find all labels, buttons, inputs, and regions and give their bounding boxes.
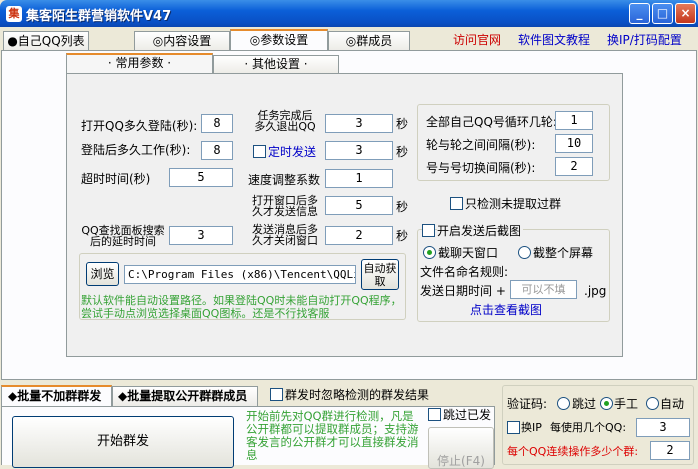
subtab-common-params[interactable]: · 常用参数 ·: [66, 53, 213, 74]
chat-window-radio[interactable]: [423, 246, 436, 259]
only-unextracted-checkbox[interactable]: [450, 197, 463, 210]
tab-group-members[interactable]: ◎群成员: [328, 31, 410, 51]
speed-factor-label: 速度调整系数: [248, 173, 321, 187]
official-site-link[interactable]: 访问官网: [453, 31, 501, 48]
tab-content-settings[interactable]: ◎内容设置: [134, 31, 230, 51]
timed-send-checkbox[interactable]: [253, 145, 266, 158]
close-button[interactable]: ×: [675, 3, 696, 24]
work-after-login-input[interactable]: 8: [201, 141, 233, 160]
tab-batch-extract[interactable]: ◆批量提取公开群群成员: [112, 386, 258, 407]
send-date-label: 发送日期时间 +: [420, 284, 506, 298]
every-qq-label: 每使用几个QQ:: [550, 421, 627, 434]
captcha-manual-label[interactable]: 手工: [614, 397, 638, 411]
tutorial-link[interactable]: 软件图文教程: [518, 31, 590, 48]
qq-path-input[interactable]: C:\Program Files (x86)\Tencent\QQLite\Bi…: [124, 265, 356, 284]
chat-window-label[interactable]: 截聊天窗口: [438, 246, 498, 260]
groups-per-qq-label: 每个QQ连续操作多少个群:: [507, 445, 639, 458]
sec-unit-4: 秒: [396, 229, 409, 243]
panel-search-delay-input[interactable]: 3: [169, 226, 233, 245]
send-after-open-label: 打开窗口后多久才发送信息: [252, 194, 318, 218]
view-screenshot-link[interactable]: 点击查看截图: [470, 303, 542, 317]
filename-rule-label: 文件名命名规则:: [420, 265, 509, 279]
skip-sent-label[interactable]: 跳过已发: [443, 408, 491, 422]
browse-button[interactable]: 浏览: [86, 262, 119, 286]
sec-unit-3: 秒: [396, 200, 409, 214]
timed-send-label[interactable]: 定时发送: [268, 145, 316, 159]
change-ip-label[interactable]: 换IP: [521, 421, 542, 435]
minimize-button[interactable]: _: [629, 3, 650, 24]
close-after-send-input[interactable]: 2: [325, 226, 393, 245]
account-switch-label: 号与号切换间隔(秒):: [426, 161, 536, 175]
captcha-skip-label[interactable]: 跳过: [572, 397, 596, 411]
enable-screenshot-label[interactable]: 开启发送后截图: [437, 224, 524, 238]
quit-after-task-input[interactable]: 3: [325, 114, 393, 133]
timed-send-input[interactable]: 3: [325, 141, 393, 160]
captcha-manual-radio[interactable]: [600, 397, 613, 410]
extra-name-input[interactable]: 可以不填: [510, 280, 577, 299]
groups-per-qq-input[interactable]: 2: [650, 441, 690, 460]
tab-param-settings[interactable]: ◎参数设置: [230, 29, 328, 51]
qq-path-hint: 默认软件能自动设置路径。如果登陆QQ时未能自动打开QQ程序，尝试手动点浏览选择桌…: [81, 294, 402, 320]
auto-get-button[interactable]: 自动获取: [361, 259, 399, 290]
round-interval-input[interactable]: 10: [555, 134, 593, 153]
captcha-label: 验证码:: [507, 397, 548, 411]
send-after-open-input[interactable]: 5: [325, 196, 393, 215]
enable-screenshot-checkbox[interactable]: [422, 224, 435, 237]
maximize-button[interactable]: □: [652, 3, 673, 24]
stop-button[interactable]: 停止(F4): [428, 427, 494, 469]
app-icon: 集: [6, 6, 22, 22]
login-interval-input[interactable]: 8: [201, 114, 233, 133]
tab-own-qq-list[interactable]: ●自己QQ列表: [3, 31, 89, 51]
subtab-other-settings[interactable]: · 其他设置 ·: [213, 55, 339, 74]
close-after-send-label: 发送消息后多久才关闭窗口: [252, 223, 318, 247]
round-interval-label: 轮与轮之间间隔(秒):: [426, 138, 536, 152]
all-qq-loop-label: 全部自己QQ号循环几轮:: [426, 115, 557, 129]
full-screen-label[interactable]: 截整个屏幕: [533, 246, 593, 260]
every-qq-input[interactable]: 3: [636, 418, 690, 437]
sec-unit-1: 秒: [396, 117, 409, 131]
all-qq-loop-input[interactable]: 1: [555, 111, 593, 130]
ignore-detect-checkbox[interactable]: [270, 388, 283, 401]
window-title: 集客陌生群营销软件V47: [26, 9, 172, 24]
sec-unit-2: 秒: [396, 145, 409, 159]
change-ip-checkbox[interactable]: [507, 421, 520, 434]
timeout-label: 超时时间(秒): [81, 172, 151, 186]
login-interval-label: 打开QQ多久登陆(秒):: [81, 119, 198, 133]
timeout-input[interactable]: 5: [169, 168, 233, 187]
quit-after-task-label: 任务完成后多久退出QQ: [254, 109, 316, 133]
panel-search-delay-label: QQ查找面板搜索后的延时时间: [81, 224, 165, 248]
captcha-auto-label[interactable]: 自动: [660, 397, 684, 411]
tab-batch-no-add[interactable]: ◆批量不加群群发: [1, 385, 112, 407]
skip-sent-checkbox[interactable]: [428, 408, 441, 421]
work-after-login-label: 登陆后多久工作(秒):: [81, 143, 191, 157]
account-switch-input[interactable]: 2: [555, 157, 593, 176]
speed-factor-input[interactable]: 1: [325, 169, 393, 188]
captcha-skip-radio[interactable]: [557, 397, 570, 410]
only-unextracted-label[interactable]: 只检测未提取过群: [465, 197, 561, 211]
change-ip-link[interactable]: 换IP/打码配置: [607, 31, 682, 48]
file-ext-label: .jpg: [584, 284, 607, 298]
captcha-auto-radio[interactable]: [646, 397, 659, 410]
full-screen-radio[interactable]: [518, 246, 531, 259]
ignore-detect-label[interactable]: 群发时忽略检测的群发结果: [285, 388, 429, 402]
start-send-hint: 开始前先对QQ群进行检测，凡是公开群都可以提取群成员；支持游客发言的公开群才可以…: [246, 410, 419, 462]
start-send-button[interactable]: 开始群发: [12, 416, 234, 468]
